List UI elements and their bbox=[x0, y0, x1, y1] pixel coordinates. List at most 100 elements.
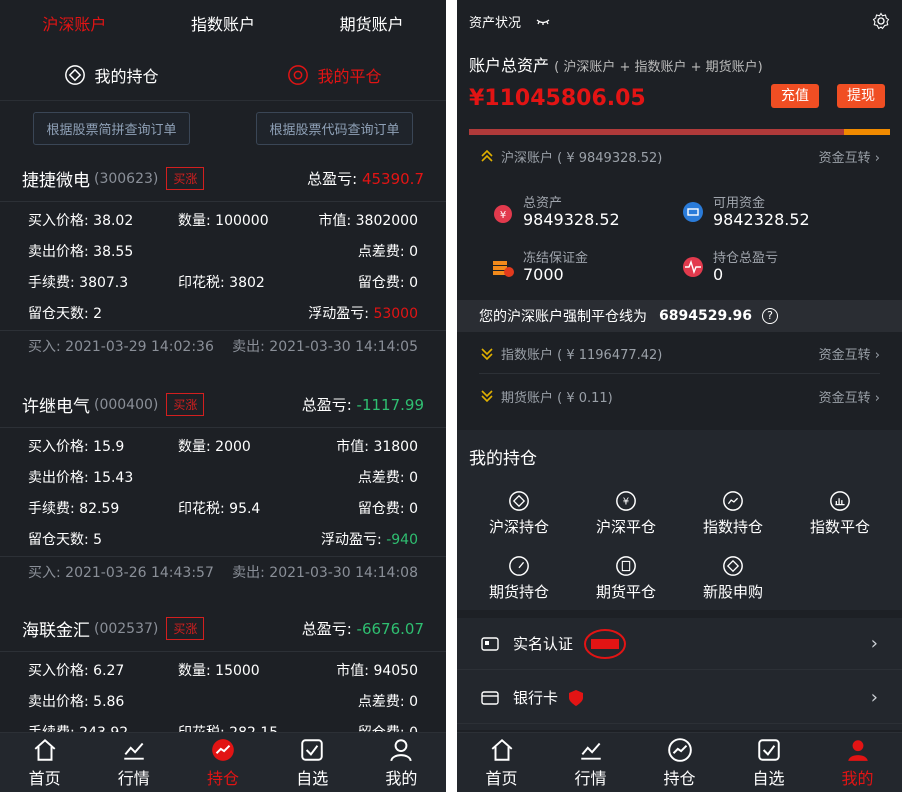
grid-index-positions[interactable]: 指数持仓 bbox=[683, 490, 783, 542]
chart-icon bbox=[580, 742, 601, 760]
tab-market[interactable]: 行情 bbox=[89, 733, 178, 792]
tab-home-label: 首页 bbox=[485, 768, 518, 788]
spread-fee: 点差费: 0 bbox=[357, 469, 418, 486]
bankcard-row[interactable]: 银行卡 › bbox=[457, 672, 902, 724]
order-card[interactable]: 海联金汇 (002537) 买涨 总盈亏: -6676.07 买入价格: 6.2… bbox=[0, 606, 446, 747]
sell-time: 卖出: 2021-03-30 14:14:08 bbox=[232, 565, 418, 581]
grid-futures-positions[interactable]: 期货持仓 bbox=[469, 555, 569, 607]
index-transfer-label: 资金互转 bbox=[818, 348, 871, 363]
futures-transfer-link[interactable]: 资金互转 › bbox=[819, 387, 880, 406]
grid-ipo-subscribe[interactable]: 新股申购 bbox=[683, 555, 783, 607]
stat-label: 总资产 bbox=[523, 196, 563, 211]
holding-days: 留仓天数: 2 bbox=[28, 305, 103, 322]
commission-fee: 手续费: 82.59 bbox=[28, 500, 120, 517]
gauge-icon bbox=[509, 556, 529, 576]
grid-hs-positions[interactable]: 沪深持仓 bbox=[469, 490, 569, 542]
svg-text:¥: ¥ bbox=[623, 497, 629, 508]
grid-label: 沪深平仓 bbox=[595, 518, 656, 536]
chevron-right-icon: › bbox=[870, 687, 878, 708]
checkbox-icon bbox=[301, 738, 323, 761]
stock-name: 捷捷微电 bbox=[22, 171, 90, 191]
futures-account-row[interactable]: 期货账户 ( ¥ 0.11) 资金互转 › bbox=[479, 376, 880, 416]
market-value: 市值: 3802000 bbox=[318, 212, 418, 229]
tab-mine[interactable]: 我的 bbox=[357, 733, 446, 792]
trend-icon bbox=[723, 491, 743, 511]
svg-text:¥: ¥ bbox=[500, 210, 506, 221]
total-pl-label: 总盈亏: bbox=[307, 170, 358, 188]
hs-transfer-link[interactable]: 资金互转 › bbox=[819, 147, 880, 166]
tab-market-label: 行情 bbox=[574, 768, 607, 788]
gear-icon[interactable] bbox=[872, 12, 890, 30]
stat-label: 持仓总盈亏 bbox=[713, 251, 779, 266]
stock-name: 海联金汇 bbox=[22, 621, 90, 641]
tab-watchlist[interactable]: 自选 bbox=[724, 733, 813, 792]
stat-total-assets: ¥ 总资产 9849328.52 bbox=[491, 192, 681, 236]
tab-watchlist-label: 自选 bbox=[752, 768, 785, 788]
chevron-down-icon bbox=[481, 347, 493, 360]
grid-index-closed[interactable]: 指数平仓 bbox=[790, 490, 890, 542]
futures-account-label: 期货账户 ( ¥ 0.11) bbox=[501, 390, 613, 406]
asset-distribution-bar bbox=[469, 129, 890, 135]
tab-hs-account[interactable]: 沪深账户 bbox=[0, 0, 149, 50]
tab-watchlist[interactable]: 自选 bbox=[268, 733, 357, 792]
tab-market-label: 行情 bbox=[117, 768, 150, 788]
floating-pl-value: -940 bbox=[386, 531, 418, 548]
index-transfer-link[interactable]: 资金互转 › bbox=[819, 344, 880, 363]
tab-positions[interactable]: 持仓 bbox=[178, 733, 267, 792]
coin-stack-icon bbox=[493, 261, 514, 277]
hs-account-row[interactable]: 沪深账户 ( ¥ 9849328.52) 资金互转 › bbox=[479, 136, 880, 176]
grid-hs-closed[interactable]: ¥ 沪深平仓 bbox=[576, 490, 676, 542]
total-assets-label: 账户总资产 bbox=[469, 56, 550, 75]
positions-screen: 沪深账户 指数账户 期货账户 我的持仓 我的平仓 根据股票简拼查询订单 根据股票… bbox=[0, 0, 446, 792]
id-card-icon bbox=[481, 636, 499, 651]
floating-pl-label: 浮动盈亏: bbox=[308, 305, 369, 322]
tab-watchlist-label: 自选 bbox=[296, 768, 329, 788]
order-header: 海联金汇 (002537) 买涨 总盈亏: -6676.07 bbox=[0, 606, 446, 652]
tab-my-positions[interactable]: 我的持仓 bbox=[0, 50, 223, 100]
stat-label: 可用资金 bbox=[713, 196, 766, 211]
position-icon bbox=[509, 491, 529, 511]
order-card[interactable]: 捷捷微电 (300623) 买涨 总盈亏: 45390.7 买入价格: 38.0… bbox=[0, 156, 446, 361]
total-pl-label: 总盈亏: bbox=[301, 396, 352, 414]
withdraw-button[interactable]: 提现 bbox=[837, 84, 885, 108]
grid-label: 期货平仓 bbox=[595, 583, 656, 601]
money-bag-icon: ¥ bbox=[494, 205, 512, 223]
tab-futures-account[interactable]: 期货账户 bbox=[297, 0, 446, 50]
account-tabs: 沪深账户 指数账户 期货账户 bbox=[0, 0, 446, 50]
tab-positions-label: 持仓 bbox=[207, 768, 240, 788]
help-icon[interactable]: ? bbox=[762, 308, 778, 324]
sell-price: 卖出价格: 15.43 bbox=[28, 469, 134, 486]
realname-row[interactable]: 实名认证 › bbox=[457, 618, 902, 670]
eye-closed-icon[interactable] bbox=[535, 13, 551, 29]
tab-home[interactable]: 首页 bbox=[0, 733, 89, 792]
tab-market[interactable]: 行情 bbox=[546, 733, 635, 792]
sell-price: 卖出价格: 5.86 bbox=[28, 693, 125, 710]
grid-label: 指数平仓 bbox=[809, 518, 870, 536]
grid-futures-closed[interactable]: 期货平仓 bbox=[576, 555, 676, 607]
order-card[interactable]: 许继电气 (000400) 买涨 总盈亏: -1117.99 买入价格: 15.… bbox=[0, 382, 446, 587]
index-account-row[interactable]: 指数账户 ( ¥ 1196477.42) 资金互转 › bbox=[479, 334, 880, 374]
hs-transfer-label: 资金互转 bbox=[818, 150, 871, 166]
asset-header: 资产状况 bbox=[457, 0, 902, 42]
tab-positions[interactable]: 持仓 bbox=[635, 733, 724, 792]
total-pl-value: -1117.99 bbox=[356, 396, 424, 414]
stat-value: 9842328.52 bbox=[713, 210, 810, 229]
tab-home[interactable]: 首页 bbox=[457, 733, 546, 792]
recharge-button[interactable]: 充值 bbox=[771, 84, 819, 108]
bank-card-icon bbox=[481, 690, 499, 705]
tab-index-account[interactable]: 指数账户 bbox=[149, 0, 298, 50]
tab-my-closed[interactable]: 我的平仓 bbox=[223, 50, 446, 100]
tab-mine[interactable]: 我的 bbox=[813, 733, 902, 792]
chevron-up-icon bbox=[481, 149, 493, 162]
force-liquidation-line: 您的沪深账户强制平仓线为 6894529.96 ? bbox=[457, 300, 902, 332]
force-liquidation-value: 6894529.96 bbox=[659, 308, 752, 324]
tab-my-closed-label: 我的平仓 bbox=[317, 67, 382, 86]
yen-coin-icon: ¥ bbox=[616, 491, 636, 511]
positions-icon bbox=[667, 737, 692, 762]
stock-code: (002537) bbox=[94, 620, 159, 637]
grid-label: 指数持仓 bbox=[702, 518, 763, 536]
search-by-code-button[interactable]: 根据股票代码查询订单 bbox=[256, 112, 413, 145]
search-by-pinyin-button[interactable]: 根据股票简拼查询订单 bbox=[33, 112, 190, 145]
checkbox-icon bbox=[757, 738, 780, 761]
bottom-tabbar: 首页 行情 持仓 自选 我的 bbox=[0, 732, 446, 792]
